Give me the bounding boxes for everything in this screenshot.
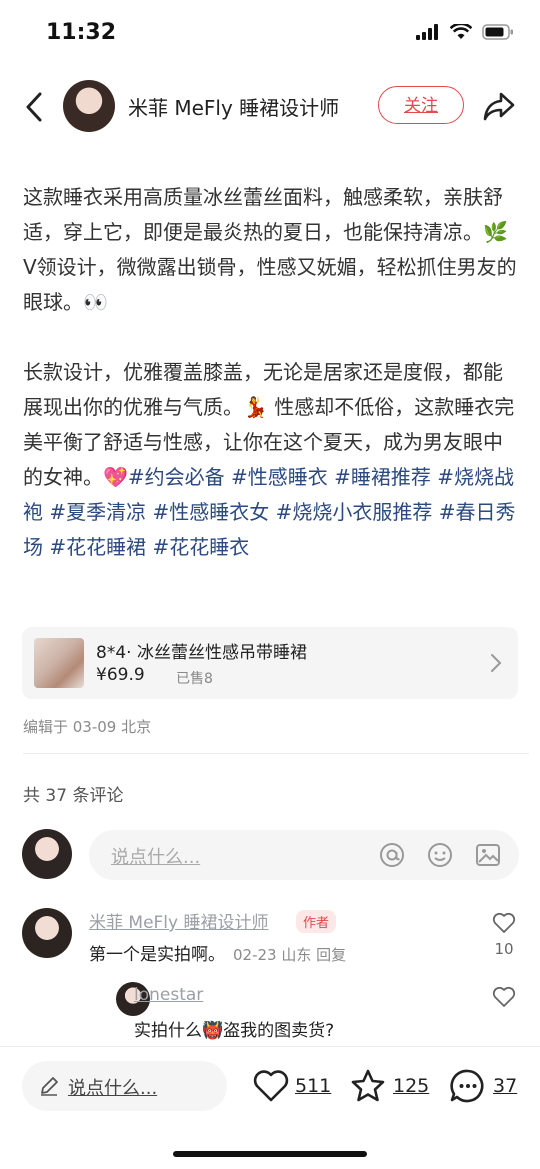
back-arrow-icon[interactable] xyxy=(22,90,50,124)
comment-count: 37 xyxy=(493,1075,518,1097)
collect-button[interactable]: 125 xyxy=(349,1066,429,1106)
comment-meta[interactable]: 02-23 山东 回复 xyxy=(233,946,346,964)
heart-icon[interactable] xyxy=(492,912,516,934)
author-badge: 作者 xyxy=(296,910,337,933)
comment-text: 实拍什么👹盗我的图卖货? xyxy=(134,1021,335,1041)
comment-input[interactable]: 说点什么... xyxy=(89,830,519,880)
home-indicator xyxy=(173,1151,367,1157)
hashtag[interactable]: #性感睡衣 xyxy=(231,465,328,489)
hashtag[interactable]: #约会必备 xyxy=(128,465,225,489)
pencil-icon xyxy=(41,1077,58,1096)
divider xyxy=(23,753,529,754)
commenter-avatar[interactable] xyxy=(22,908,72,958)
status-time: 11:32 xyxy=(46,20,117,45)
post-header: 米菲 MeFly 睡裙设计师 关注 xyxy=(0,70,540,142)
product-price: ¥69.9 xyxy=(96,665,145,685)
hashtag[interactable]: #睡裙推荐 xyxy=(334,465,431,489)
chevron-right-icon xyxy=(491,654,502,672)
share-icon[interactable] xyxy=(482,90,516,122)
wifi-icon xyxy=(450,24,472,39)
like-count: 511 xyxy=(295,1075,332,1097)
signal-icon xyxy=(416,24,438,40)
status-icons xyxy=(416,24,514,40)
commenter-name[interactable]: 米菲 MeFly 睡裙设计师 xyxy=(89,908,269,933)
hashtag[interactable]: #性感睡衣女 xyxy=(152,500,269,524)
comment-like-count: 10 xyxy=(494,940,514,958)
status-bar: 11:32 xyxy=(0,0,540,66)
bottom-input-placeholder: 说点什么... xyxy=(68,1078,158,1099)
comment-bubble-icon xyxy=(450,1069,484,1103)
hashtag[interactable]: #花花睡衣 xyxy=(152,535,249,559)
product-thumbnail xyxy=(34,638,84,688)
heart-icon[interactable] xyxy=(492,986,516,1008)
comment-button[interactable]: 37 xyxy=(449,1066,517,1106)
image-icon[interactable] xyxy=(475,842,501,868)
edit-info: 编辑于 03-09 北京 xyxy=(23,718,152,736)
follow-button[interactable]: 关注 xyxy=(378,86,464,124)
comments-count: 共 37 条评论 xyxy=(23,786,124,806)
commenter-name[interactable]: lonestar xyxy=(134,985,203,1005)
post-paragraph: 这款睡衣采用高质量冰丝蕾丝面料，触感柔软，亲肤舒适，穿上它，即便是最炎热的夏日，… xyxy=(23,185,517,314)
comment-text: 第一个是实拍啊。 xyxy=(89,945,225,965)
hashtag[interactable]: #夏季清凉 xyxy=(49,500,146,524)
post-paragraph: 长款设计，优雅覆盖膝盖，无论是居家还是度假，都能展现出你的优雅与气质。💃 性感却… xyxy=(23,355,521,565)
divider xyxy=(0,1046,540,1047)
my-avatar xyxy=(22,829,72,879)
comment-text-row: 第一个是实拍啊。 02-23 山东 回复 xyxy=(89,940,346,965)
collect-count: 125 xyxy=(393,1075,430,1097)
author-name[interactable]: 米菲 MeFly 睡裙设计师 xyxy=(128,92,339,121)
hashtag[interactable]: #花花睡裙 xyxy=(49,535,146,559)
emoji-icon[interactable] xyxy=(427,842,453,868)
comment-input-placeholder: 说点什么... xyxy=(111,847,201,868)
product-card[interactable]: 8*4· 冰丝蕾丝性感吊带睡裙 ¥69.9 已售8 xyxy=(22,627,518,699)
battery-icon xyxy=(482,24,513,40)
author-avatar[interactable] xyxy=(63,80,115,132)
bottom-comment-input[interactable]: 说点什么... xyxy=(22,1061,227,1111)
product-title: 8*4· 冰丝蕾丝性感吊带睡裙 xyxy=(96,643,307,663)
hashtag[interactable]: #烧烧小衣服推荐 xyxy=(276,500,433,524)
heart-icon xyxy=(253,1070,289,1102)
post-body: 这款睡衣采用高质量冰丝蕾丝面料，触感柔软，亲肤舒适，穿上它，即便是最炎热的夏日，… xyxy=(23,180,521,565)
product-sold: 已售8 xyxy=(176,671,213,687)
star-icon xyxy=(351,1069,385,1102)
mention-icon[interactable] xyxy=(379,842,405,868)
like-button[interactable]: 511 xyxy=(253,1066,331,1106)
